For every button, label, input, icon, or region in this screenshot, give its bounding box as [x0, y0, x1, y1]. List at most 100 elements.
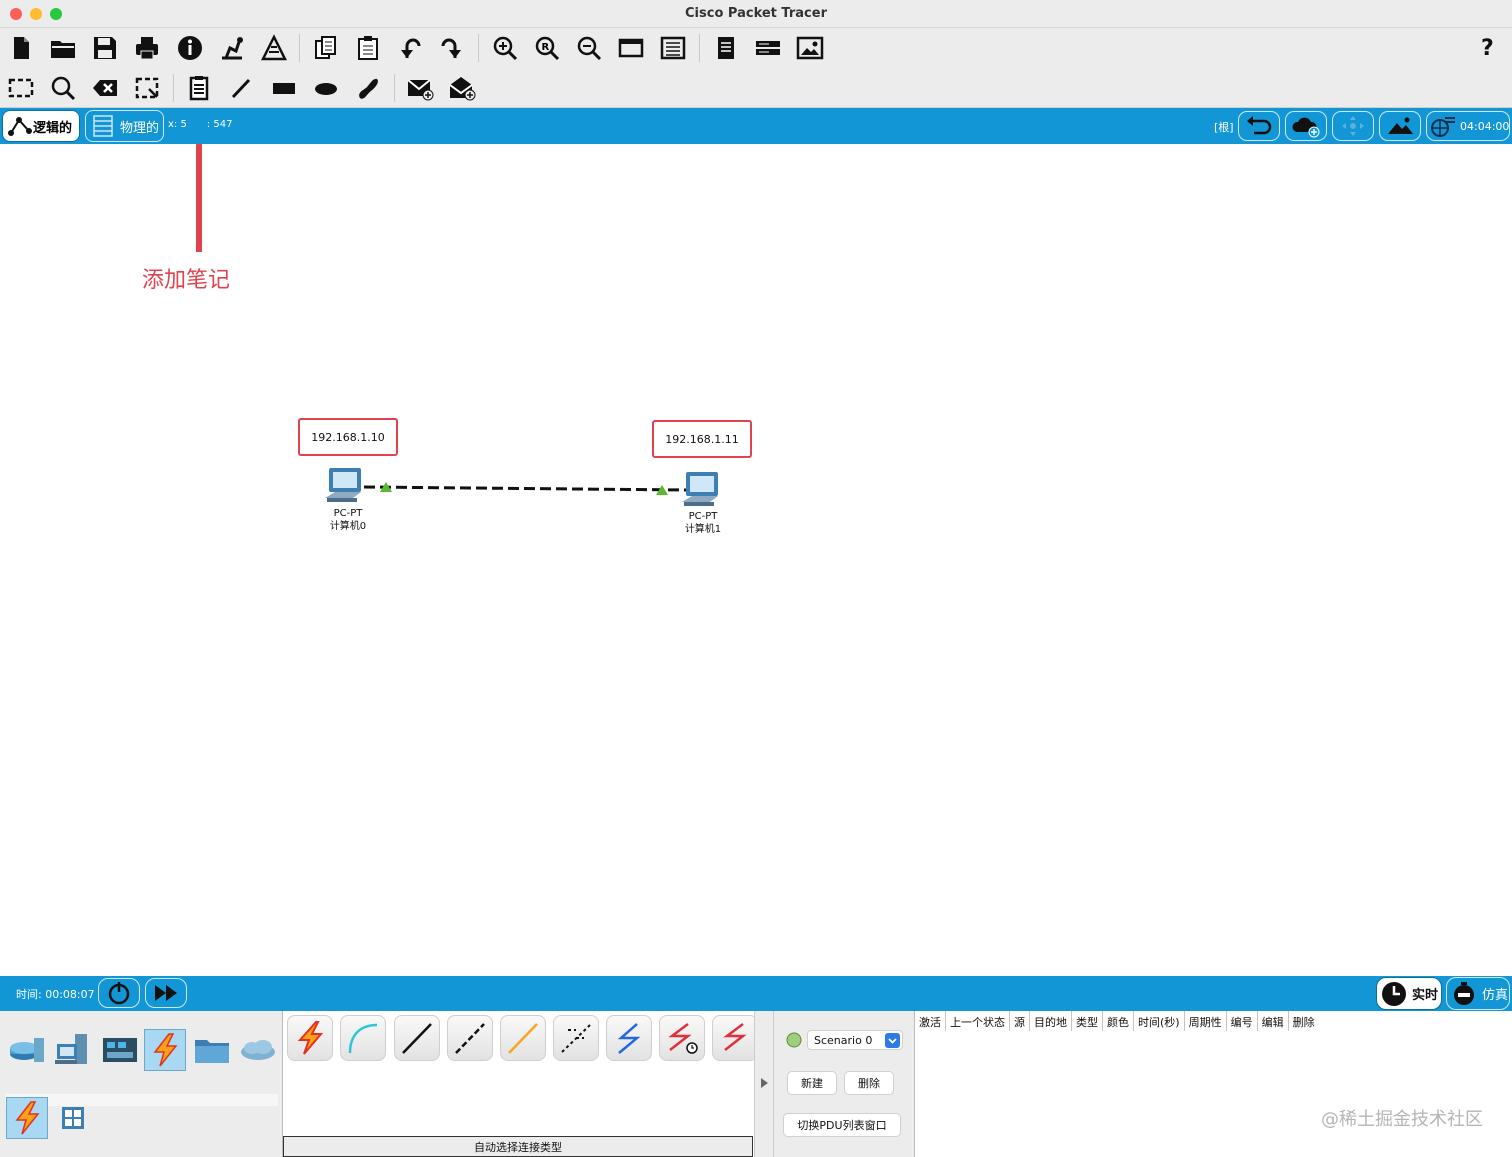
print-icon[interactable] [131, 32, 163, 64]
viewport-clock[interactable]: 04:04:00 [1426, 111, 1510, 141]
open-folder-icon[interactable] [47, 32, 79, 64]
set-background-button[interactable] [1379, 111, 1421, 141]
miscellaneous-icon[interactable] [191, 1029, 233, 1071]
delete-scenario-button[interactable]: 删除 [844, 1071, 894, 1095]
pdu-col-header[interactable]: 源 [1010, 1011, 1030, 1031]
mountain-icon [1388, 117, 1413, 134]
expand-arrow-icon [761, 1078, 768, 1088]
note-ip-pc0[interactable]: 192.168.1.10 [298, 418, 398, 456]
help-button[interactable]: ? [1481, 36, 1494, 61]
toolbar-separator [699, 34, 700, 62]
undo-icon[interactable] [394, 32, 426, 64]
pc-icon[interactable] [325, 468, 361, 502]
cable-serial-dce[interactable] [659, 1015, 705, 1061]
info-icon[interactable] [174, 32, 206, 64]
device-label-pc0[interactable]: PC-PT 计算机0 [308, 507, 388, 533]
zoom-reset-icon[interactable]: R [531, 32, 563, 64]
cable-auto-connect[interactable] [287, 1015, 333, 1061]
activity-wizard-icon[interactable] [216, 32, 248, 64]
network-devices-icon[interactable] [5, 1029, 47, 1071]
cable-copper-cross[interactable] [447, 1015, 493, 1061]
pdu-col-header[interactable]: 类型 [1072, 1011, 1103, 1031]
zoom-in-icon[interactable] [489, 32, 521, 64]
drawing-palette-icon[interactable] [615, 32, 647, 64]
new-scenario-button[interactable]: 新建 [787, 1071, 837, 1095]
pdu-col-header[interactable]: 激活 [915, 1011, 946, 1031]
rectangle-icon[interactable] [268, 72, 300, 104]
back-button[interactable] [1238, 111, 1280, 141]
copy-icon[interactable] [310, 32, 342, 64]
zoom-out-icon[interactable] [573, 32, 605, 64]
select-icon[interactable] [5, 72, 37, 104]
save-icon[interactable] [89, 32, 121, 64]
connections-icon[interactable] [144, 1029, 186, 1071]
tab-physical[interactable]: 物理的 [85, 110, 164, 142]
realtime-mode-button[interactable]: 实时 [1376, 977, 1442, 1010]
cable-copper-straight[interactable] [394, 1015, 440, 1061]
server-rack-icon[interactable] [752, 32, 784, 64]
stopwatch-icon [1454, 981, 1474, 1005]
redo-icon[interactable] [436, 32, 468, 64]
cable-coaxial[interactable] [606, 1015, 652, 1061]
connection-type-caption: 自动选择连接类型 [283, 1136, 753, 1157]
phone-cable-icon [561, 1024, 591, 1053]
device-type-panel [0, 1011, 282, 1157]
resize-icon[interactable] [131, 72, 163, 104]
cable-console[interactable] [340, 1015, 386, 1061]
copper-cross-link[interactable] [363, 485, 687, 492]
toggle-pdu-list-button[interactable]: 切换PDU列表窗口 [783, 1113, 901, 1137]
cloud-add-icon [1292, 117, 1320, 138]
move-arrows-icon [1342, 116, 1364, 136]
fast-forward-button[interactable] [145, 978, 187, 1008]
annotation-text: 添加笔记 [142, 268, 231, 293]
document-icon[interactable] [710, 32, 742, 64]
cursor-coordinates: x: 5: 547 [168, 119, 233, 130]
pdu-col-header[interactable]: 目的地 [1030, 1011, 1072, 1031]
pdu-col-header[interactable]: 周期性 [1185, 1011, 1227, 1031]
cable-serial-dte[interactable] [712, 1015, 758, 1061]
pc-icon[interactable] [682, 472, 718, 506]
fast-forward-icon [155, 985, 177, 1001]
add-simple-pdu-icon[interactable] [404, 72, 436, 104]
title-bar: Cisco Packet Tracer [0, 0, 1512, 28]
power-cycle-button[interactable] [98, 978, 140, 1008]
new-file-icon[interactable] [5, 32, 37, 64]
end-devices-icon[interactable] [52, 1029, 94, 1071]
connections-subtype-icon[interactable] [6, 1097, 48, 1139]
pdu-col-header[interactable]: 上一个状态 [946, 1011, 1010, 1031]
add-complex-pdu-icon[interactable] [446, 72, 478, 104]
components-icon[interactable] [99, 1029, 141, 1071]
network-info-icon[interactable] [258, 32, 290, 64]
scenario-select[interactable]: Scenario 0 [807, 1030, 903, 1050]
delete-icon[interactable] [89, 72, 121, 104]
cable-phone[interactable] [553, 1015, 599, 1061]
pdu-col-header[interactable]: 时间(秒) [1134, 1011, 1185, 1031]
freeform-icon[interactable] [352, 72, 384, 104]
pdu-col-header[interactable]: 删除 [1289, 1011, 1319, 1031]
add-note-icon[interactable] [183, 72, 215, 104]
grid-icon[interactable] [52, 1097, 94, 1139]
logical-workspace-canvas[interactable]: 192.168.1.10 192.168.1.11 PC-PT 计算机0 PC-… [0, 144, 1512, 976]
device-label-pc1[interactable]: PC-PT 计算机1 [663, 510, 743, 536]
move-object-button[interactable] [1332, 111, 1374, 141]
pdu-col-header[interactable]: 编号 [1227, 1011, 1258, 1031]
paste-icon[interactable] [352, 32, 384, 64]
logical-view-icon [8, 117, 32, 136]
multiuser-icon[interactable] [237, 1029, 279, 1071]
custom-device-icon[interactable] [657, 32, 689, 64]
pdu-col-header[interactable]: 编辑 [1258, 1011, 1289, 1031]
clock-text: 04:04:00 [1460, 120, 1510, 133]
inspect-icon[interactable] [47, 72, 79, 104]
image-icon[interactable] [794, 32, 826, 64]
panel-splitter[interactable] [754, 1011, 774, 1157]
power-cycle-icon [108, 982, 130, 1005]
ellipse-icon[interactable] [310, 72, 342, 104]
line-icon[interactable] [225, 72, 257, 104]
new-cluster-button[interactable] [1285, 111, 1327, 141]
cable-fiber[interactable] [500, 1015, 546, 1061]
pdu-col-header[interactable]: 颜色 [1103, 1011, 1134, 1031]
note-ip-pc1[interactable]: 192.168.1.11 [652, 420, 752, 458]
simulation-mode-button[interactable]: 仿真 [1446, 977, 1510, 1010]
tab-logical-label: 逻辑的 [33, 120, 73, 136]
tab-logical[interactable]: 逻辑的 [2, 110, 80, 142]
